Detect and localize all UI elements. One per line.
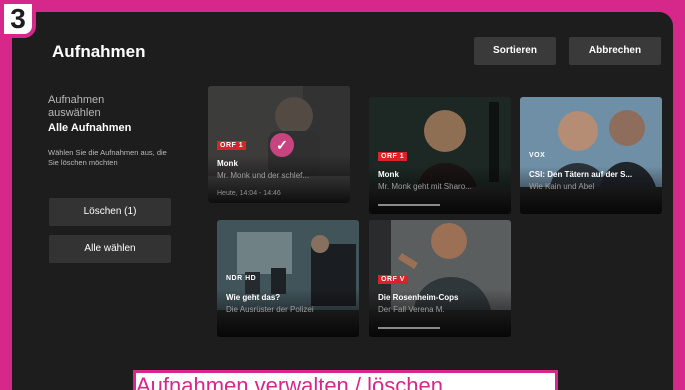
- recording-subtitle: Wie Kain und Abel: [529, 182, 595, 191]
- recording-card-csi[interactable]: VOX CSI: Den Tätern auf der S... Wie Kai…: [520, 97, 662, 214]
- all-recordings-label: Alle Aufnahmen: [48, 122, 132, 134]
- recording-subtitle: Mr. Monk und der schlef...: [217, 171, 310, 180]
- recording-time: Heute, 14:04 - 14:46: [217, 190, 281, 197]
- recording-title: Monk: [217, 159, 238, 168]
- recording-subtitle: Der Fall Verena M.: [378, 305, 445, 314]
- channel-logo: NDR HD: [226, 275, 257, 282]
- progress-bar: [378, 204, 440, 206]
- page-title: Aufnahmen: [52, 42, 146, 61]
- cancel-button[interactable]: Abbrechen: [569, 37, 661, 65]
- recording-title: Die Rosenheim-Cops: [378, 293, 459, 302]
- delete-button[interactable]: Löschen (1): [49, 198, 171, 226]
- channel-logo: VOX: [529, 152, 546, 159]
- selection-heading-line-1: Aufnahmen: [48, 94, 105, 106]
- recording-card-monk-selected[interactable]: ✓ ORF 1 Monk Mr. Monk und der schlef... …: [208, 86, 350, 203]
- select-all-button[interactable]: Alle wählen: [49, 235, 171, 263]
- selected-check-icon: ✓: [270, 133, 294, 157]
- sort-button[interactable]: Sortieren: [474, 37, 556, 65]
- channel-logo: ORF 1: [217, 141, 247, 150]
- recording-title: Monk: [378, 170, 399, 179]
- recording-card-monk[interactable]: ORF 1 Monk Mr. Monk geht mit Sharo...: [369, 97, 511, 214]
- recording-title: Wie geht das?: [226, 293, 281, 302]
- recording-subtitle: Mr. Monk geht mit Sharo...: [378, 182, 472, 191]
- channel-logo: ORF 1: [378, 152, 408, 161]
- progress-bar: [378, 327, 440, 329]
- tutorial-caption: Aufnahmen verwalten / löschen: [133, 370, 558, 390]
- selection-heading-line-2: auswählen: [48, 107, 101, 119]
- tv-screen: Aufnahmen Sortieren Abbrechen Aufnahmen …: [12, 12, 673, 390]
- recording-subtitle: Die Ausrüster der Polizei: [226, 305, 314, 314]
- selection-heading: Aufnahmen auswählen: [48, 94, 104, 120]
- selection-hint: Wählen Sie die Aufnahmen aus, die Sie lö…: [48, 148, 167, 167]
- tutorial-frame: 3 Aufnahmen Sortieren Abbrechen Aufnahme…: [0, 0, 685, 390]
- recording-card-wie-geht-das[interactable]: NDR HD Wie geht das? Die Ausrüster der P…: [217, 220, 359, 337]
- recording-card-rosenheim-cops[interactable]: ORF V Die Rosenheim-Cops Der Fall Verena…: [369, 220, 511, 337]
- step-number-badge: 3: [0, 0, 36, 38]
- recording-title: CSI: Den Tätern auf der S...: [529, 170, 633, 179]
- channel-logo: ORF V: [378, 275, 408, 284]
